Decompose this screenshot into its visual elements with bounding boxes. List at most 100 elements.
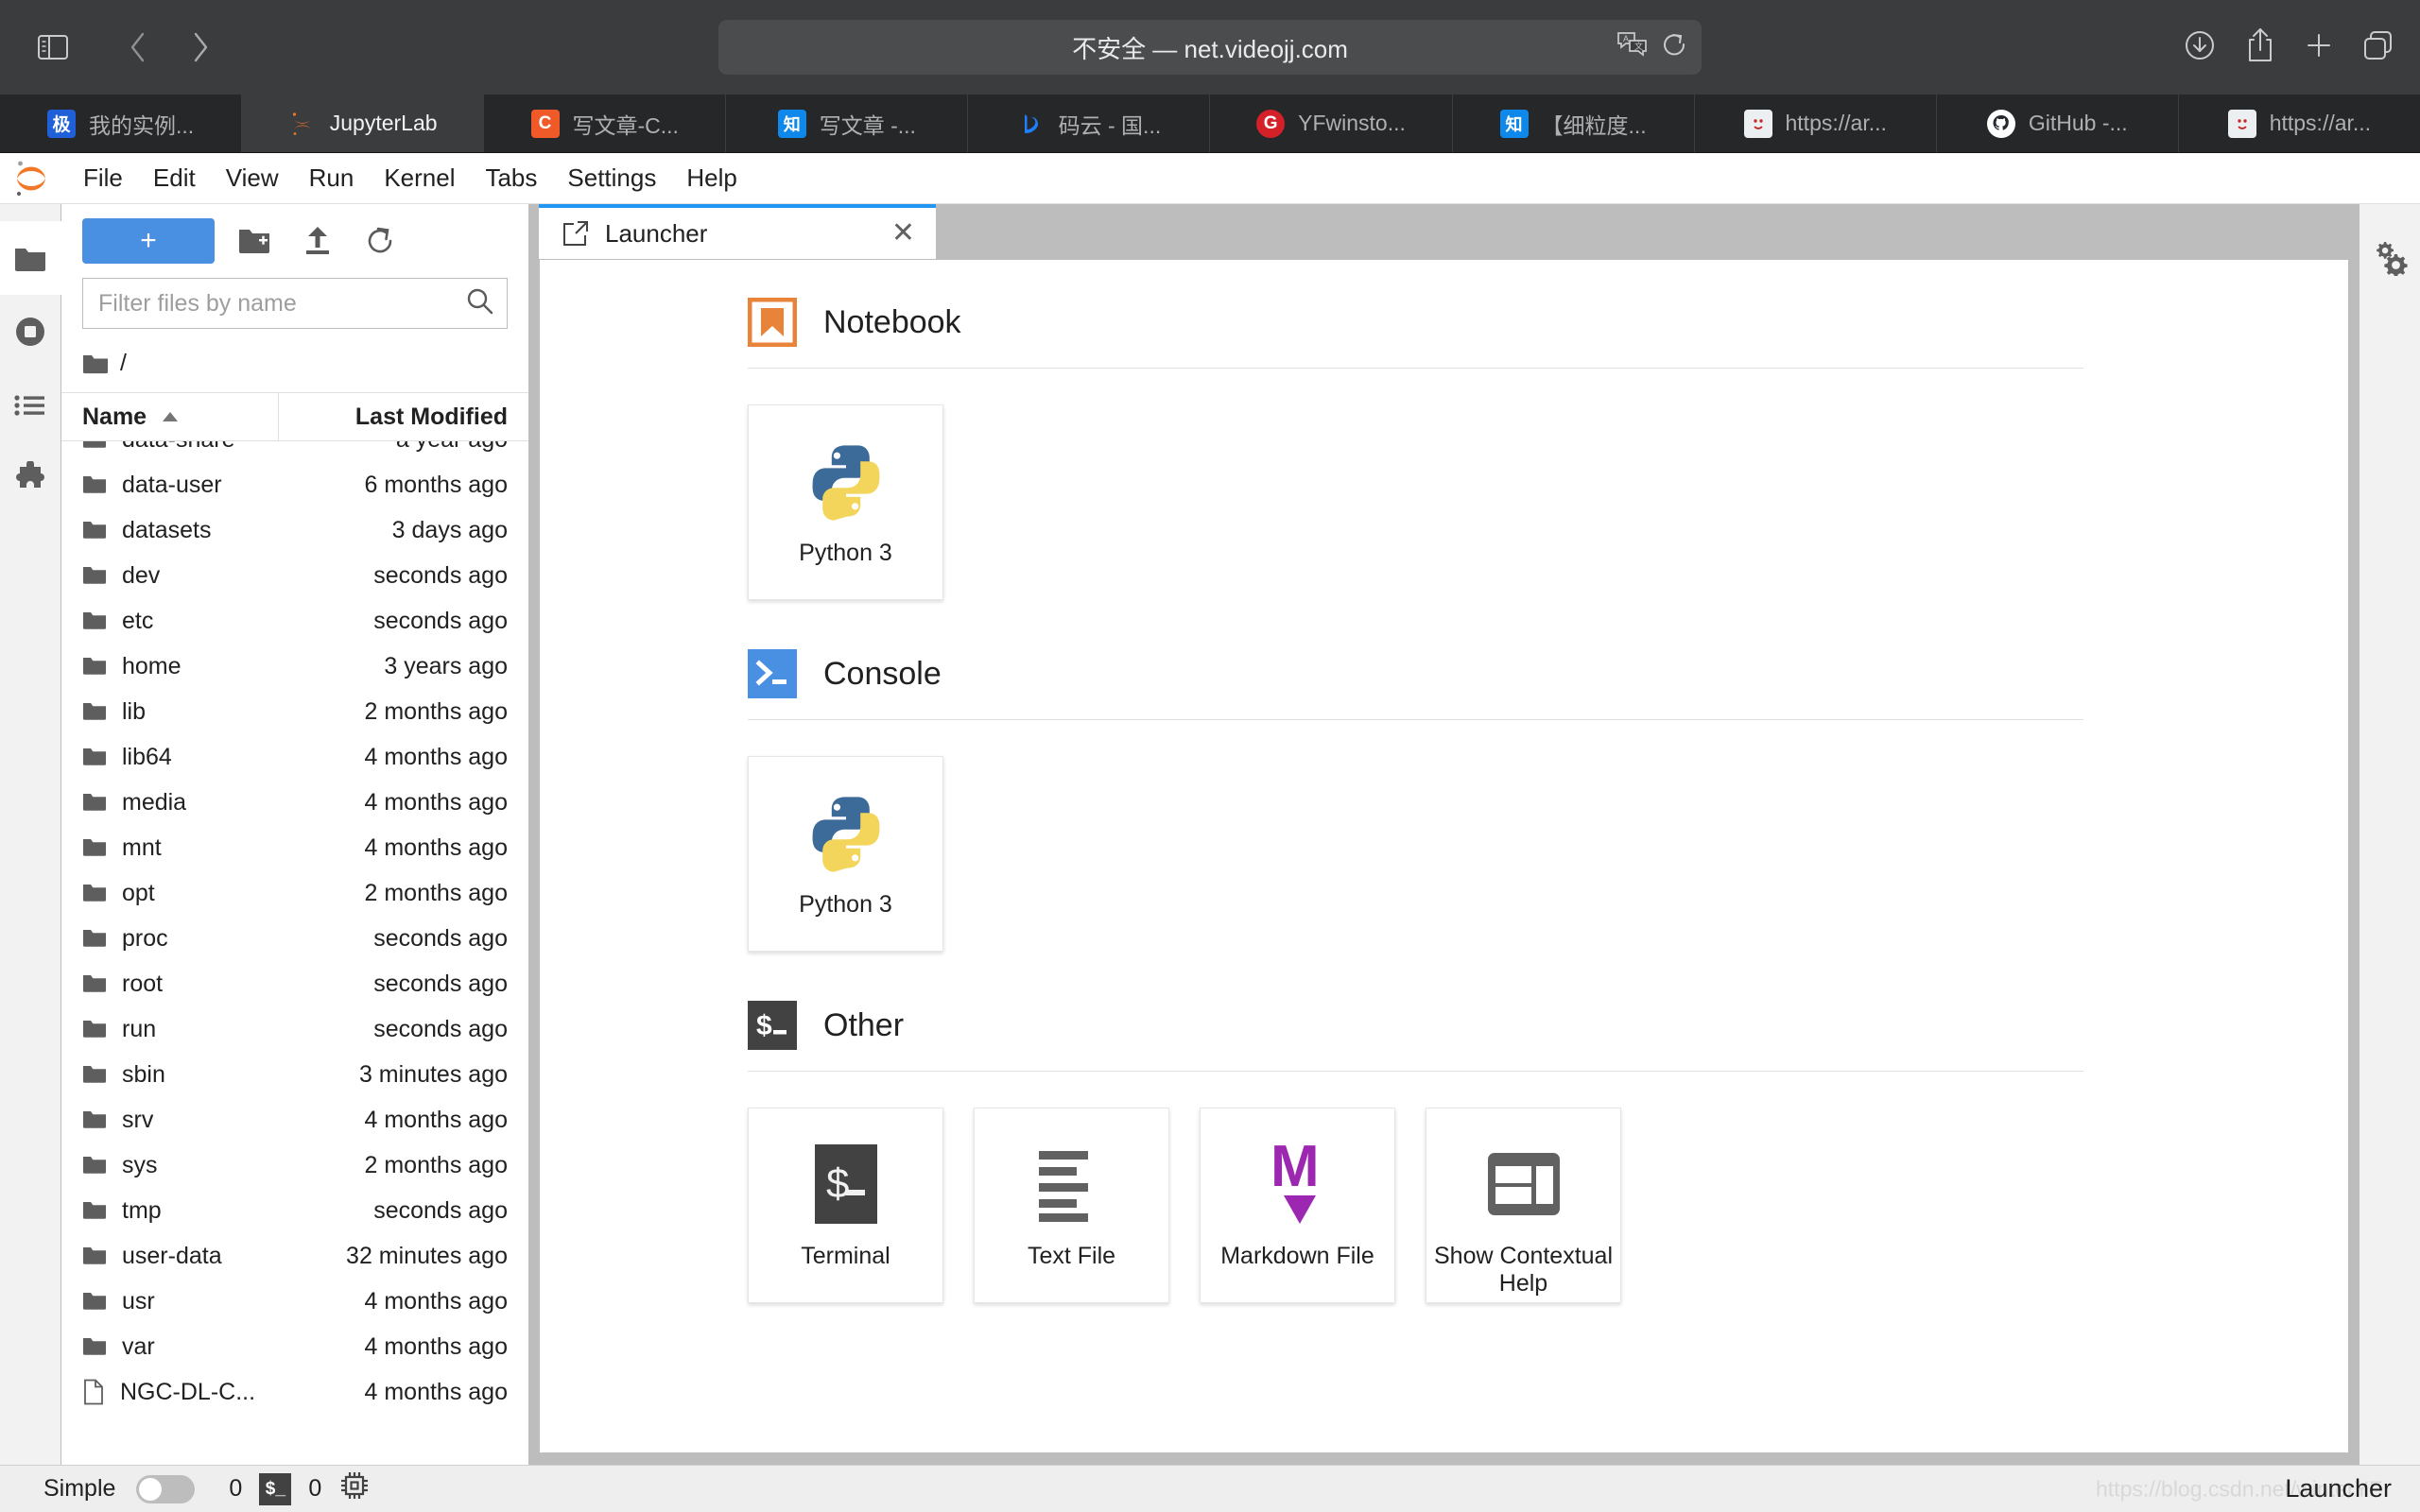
folder-icon — [83, 975, 106, 992]
menu-edit[interactable]: Edit — [138, 153, 211, 203]
browser-tab-1[interactable]: JupyterLab — [242, 94, 485, 152]
table-row[interactable]: home 3 years ago — [61, 644, 528, 689]
launcher-card-terminal[interactable]: $ Terminal — [748, 1108, 943, 1303]
browser-toolbar: 不安全 — net.videojj.com A 文 — [0, 0, 2420, 94]
file-browser-toolbar: + — [61, 204, 528, 278]
cpu-icon[interactable] — [338, 1469, 371, 1508]
address-bar[interactable]: 不安全 — net.videojj.com A 文 — [718, 20, 1702, 75]
file-list-header: Name Last Modified — [61, 392, 528, 441]
svg-text:$: $ — [756, 1010, 772, 1041]
table-row[interactable]: NGC-DL-C... 4 months ago — [61, 1369, 528, 1415]
table-row[interactable]: data-user 6 months ago — [61, 462, 528, 507]
launcher-card-python3-console[interactable]: Python 3 — [748, 756, 943, 952]
launcher-icon — [563, 221, 588, 246]
sidebar-toggle-icon[interactable] — [28, 23, 78, 72]
menu-tabs[interactable]: Tabs — [470, 153, 552, 203]
column-header-name[interactable]: Name — [61, 404, 278, 431]
table-row[interactable]: opt 2 months ago — [61, 870, 528, 916]
terminal-badge-icon[interactable]: $_ — [259, 1472, 292, 1505]
table-row[interactable]: sbin 3 minutes ago — [61, 1052, 528, 1097]
browser-tab-5[interactable]: G YFwinsto... — [1210, 94, 1453, 152]
browser-tab-title: GitHub -... — [2028, 111, 2128, 135]
file-modified: a year ago — [278, 441, 528, 454]
table-row[interactable]: data-share a year ago — [61, 441, 528, 462]
browser-tab-4[interactable]: 码云 - 国... — [968, 94, 1211, 152]
sidebar-item-extensions[interactable] — [0, 442, 61, 516]
table-row[interactable]: srv 4 months ago — [61, 1097, 528, 1143]
file-modified: seconds ago — [373, 1015, 508, 1042]
table-row[interactable]: lib 2 months ago — [61, 689, 528, 734]
new-launcher-button[interactable]: + — [82, 218, 215, 264]
launcher-card-python3-notebook[interactable]: Python 3 — [748, 404, 943, 600]
sidebar-item-running[interactable] — [0, 295, 61, 369]
forward-icon[interactable] — [176, 23, 225, 72]
new-tab-icon[interactable] — [2303, 29, 2335, 66]
browser-tab-title: 写文章-C... — [572, 112, 679, 138]
share-icon[interactable] — [2244, 26, 2276, 69]
sort-ascending-icon — [163, 412, 179, 421]
table-row[interactable]: run seconds ago — [61, 1006, 528, 1052]
browser-tab-9[interactable]: https://ar... — [2179, 94, 2420, 152]
sidebar-item-property-inspector[interactable] — [2360, 221, 2420, 295]
file-list[interactable]: data-share a year ago data-user 6 months… — [61, 441, 528, 1465]
downloads-icon[interactable] — [2182, 27, 2218, 68]
launcher-card-text-file[interactable]: Text File — [974, 1108, 1169, 1303]
favicon-arxiv — [2227, 109, 2256, 138]
back-icon[interactable] — [113, 23, 163, 72]
browser-tab-8[interactable]: GitHub -... — [1937, 94, 2179, 152]
menu-kernel[interactable]: Kernel — [369, 153, 470, 203]
launcher-section-notebook: Notebook Python 3 — [540, 298, 2348, 600]
file-modified: 4 months ago — [364, 833, 509, 861]
menu-file[interactable]: File — [68, 153, 138, 203]
simple-mode-toggle[interactable] — [136, 1474, 196, 1503]
sidebar-item-commands[interactable] — [0, 369, 61, 442]
table-row[interactable]: etc seconds ago — [61, 598, 528, 644]
menu-view[interactable]: View — [211, 153, 294, 203]
table-row[interactable]: dev seconds ago — [61, 553, 528, 598]
table-row[interactable]: mnt 4 months ago — [61, 825, 528, 870]
file-name: run — [122, 1015, 157, 1042]
folder-icon — [83, 885, 106, 902]
reload-icon[interactable] — [1660, 30, 1688, 65]
filter-files-field[interactable] — [82, 278, 508, 329]
file-modified: seconds ago — [373, 561, 508, 589]
sidebar-item-file-browser[interactable] — [0, 221, 61, 295]
browser-tab-3[interactable]: 知 写文章 -... — [726, 94, 969, 152]
browser-tab-6[interactable]: 知 【细粒度... — [1453, 94, 1695, 152]
table-row[interactable]: datasets 3 days ago — [61, 507, 528, 553]
menu-run[interactable]: Run — [294, 153, 370, 203]
menu-help[interactable]: Help — [671, 153, 752, 203]
breadcrumb[interactable]: / — [61, 340, 528, 392]
kernel-count[interactable]: 0 — [229, 1475, 242, 1503]
column-header-last-modified[interactable]: Last Modified — [278, 393, 528, 440]
refresh-icon[interactable] — [358, 219, 402, 263]
table-row[interactable]: sys 2 months ago — [61, 1143, 528, 1188]
tab-overview-icon[interactable] — [2361, 28, 2395, 67]
launcher-card-show-contextual-help[interactable]: Show Contextual Help — [1426, 1108, 1621, 1303]
table-row[interactable]: var 4 months ago — [61, 1324, 528, 1369]
terminal-count[interactable]: 0 — [308, 1475, 321, 1503]
table-row[interactable]: usr 4 months ago — [61, 1279, 528, 1324]
browser-tab-0[interactable]: 极 我的实例... — [0, 94, 243, 152]
folder-icon — [83, 1293, 106, 1310]
close-icon[interactable]: ✕ — [891, 219, 915, 248]
table-row[interactable]: tmp seconds ago — [61, 1188, 528, 1233]
favicon-github — [1986, 109, 2015, 138]
table-row[interactable]: root seconds ago — [61, 961, 528, 1006]
table-row[interactable]: proc seconds ago — [61, 916, 528, 961]
favicon-jiji: 极 — [46, 109, 76, 138]
table-row[interactable]: user-data 32 minutes ago — [61, 1233, 528, 1279]
breadcrumb-root[interactable]: / — [120, 350, 127, 377]
translate-icon[interactable]: A 文 — [1616, 30, 1649, 65]
launcher-card-markdown-file[interactable]: M Markdown File — [1200, 1108, 1395, 1303]
table-row[interactable]: media 4 months ago — [61, 780, 528, 825]
tab-launcher[interactable]: Launcher ✕ — [539, 204, 936, 259]
upload-icon[interactable] — [296, 219, 339, 263]
search-input[interactable] — [98, 289, 465, 318]
browser-tab-2[interactable]: C 写文章-C... — [484, 94, 727, 152]
browser-tab-7[interactable]: https://ar... — [1695, 94, 1937, 152]
table-row[interactable]: lib64 4 months ago — [61, 734, 528, 780]
file-name: lib — [122, 697, 147, 725]
new-folder-icon[interactable] — [233, 219, 277, 263]
menu-settings[interactable]: Settings — [552, 153, 671, 203]
